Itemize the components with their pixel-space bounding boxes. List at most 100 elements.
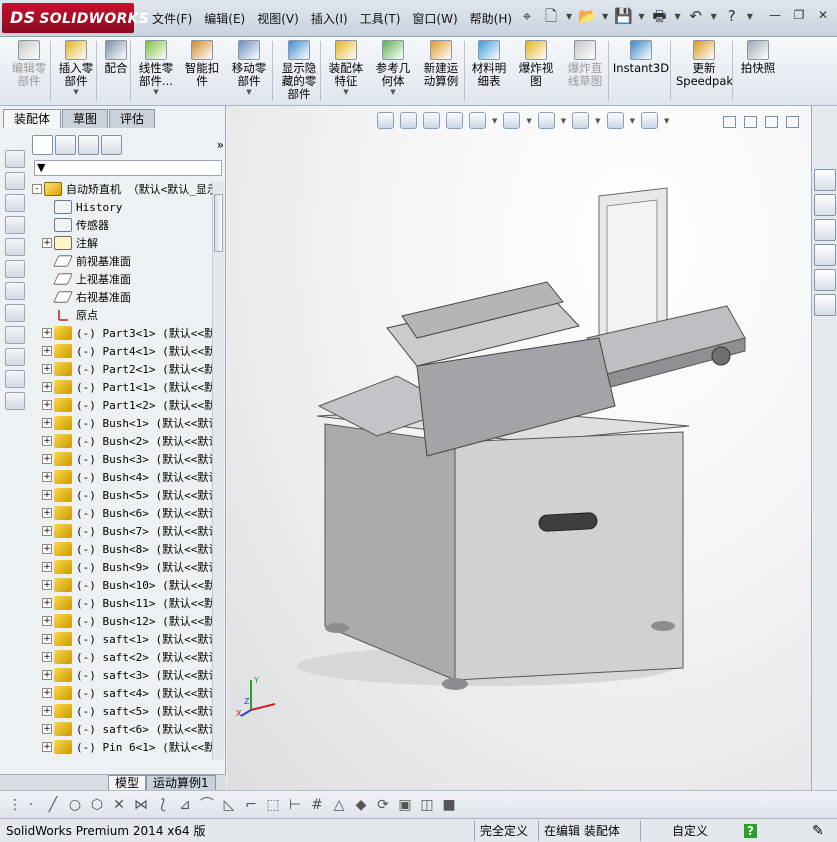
more-tabs-icon[interactable]: » xyxy=(217,138,224,152)
tree-item[interactable]: 前视基准面 xyxy=(32,252,212,270)
chevron-down-icon[interactable]: ▼ xyxy=(711,12,717,21)
chevron-down-icon[interactable]: ▼ xyxy=(566,12,572,21)
box-icon[interactable] xyxy=(5,216,25,234)
camera-icon[interactable]: ▣ xyxy=(396,796,414,814)
tree-item[interactable]: + (-) Part1<1> (默认<<默认 xyxy=(32,378,212,396)
command-button[interactable]: 拍快照 xyxy=(736,39,780,103)
tree-item[interactable]: + (-) Bush<2> (默认<<默认 xyxy=(32,432,212,450)
command-button[interactable]: 装配体 特征 ▼ xyxy=(324,39,368,103)
extend-icon[interactable]: ⋈ xyxy=(132,796,150,814)
expand-icon[interactable]: + xyxy=(42,616,52,626)
undo-icon[interactable]: ↶ xyxy=(687,6,705,26)
tree-item[interactable]: + (-) saft<4> (默认<<默认 xyxy=(32,684,212,702)
home-icon[interactable] xyxy=(814,169,836,191)
box-icon[interactable] xyxy=(5,260,25,278)
expand-icon[interactable]: + xyxy=(42,238,52,248)
pin-icon[interactable]: ⌖ xyxy=(518,6,536,26)
corner-icon[interactable]: ⌐ xyxy=(242,796,260,814)
command-tab[interactable]: 草图 xyxy=(62,109,109,128)
expand-icon[interactable]: + xyxy=(42,436,52,446)
chevron-down-icon[interactable]: ▼ xyxy=(324,88,368,96)
help-icon[interactable]: ? xyxy=(723,6,741,26)
chamfer-icon[interactable]: ◺ xyxy=(220,796,238,814)
trim-icon[interactable]: ✕ xyxy=(110,796,128,814)
expand-icon[interactable]: + xyxy=(42,580,52,590)
expand-icon[interactable]: + xyxy=(42,598,52,608)
offset-icon[interactable]: ⟅ xyxy=(154,796,172,814)
tree-item[interactable]: + (-) Bush<10> (默认<<默认 xyxy=(32,576,212,594)
cabinet-handle[interactable] xyxy=(538,512,598,532)
chevron-down-icon[interactable]: ▼ xyxy=(638,12,644,21)
chevron-down-icon[interactable]: ▼ xyxy=(747,12,753,21)
expand-icon[interactable]: + xyxy=(42,742,52,752)
relation-icon[interactable]: △ xyxy=(330,796,348,814)
mirror-icon[interactable]: ⊿ xyxy=(176,796,194,814)
command-button[interactable]: 插入零 部件 ▼ xyxy=(54,39,98,103)
tree-item[interactable]: + (-) Pin 6<1> (默认<<默认 xyxy=(32,738,212,756)
shaded-box-icon[interactable]: ■ xyxy=(440,796,458,814)
units-selector[interactable]: 自定义 xyxy=(668,822,712,840)
tree-item[interactable]: 传感器 xyxy=(32,216,212,234)
tree-item[interactable]: + (-) Bush<4> (默认<<默认 xyxy=(32,468,212,486)
display-manager-tab-icon[interactable] xyxy=(101,135,122,155)
expand-icon[interactable]: + xyxy=(42,472,52,482)
solidworks-logo[interactable]: DS SOLIDWORKS xyxy=(2,3,149,33)
feature-manager-tab-icon[interactable] xyxy=(32,135,53,155)
conveyor-roller[interactable] xyxy=(711,346,731,366)
grid-icon[interactable]: # xyxy=(308,796,326,814)
expand-icon[interactable]: + xyxy=(42,562,52,572)
tree-item[interactable]: + (-) saft<2> (默认<<默认 xyxy=(32,648,212,666)
expand-icon[interactable]: + xyxy=(42,490,52,500)
expand-icon[interactable]: + xyxy=(42,652,52,662)
hole-icon[interactable] xyxy=(5,348,25,366)
point-icon[interactable]: · xyxy=(22,796,40,814)
chevron-down-icon[interactable]: ▼ xyxy=(54,88,98,96)
close-icon[interactable]: ✕ xyxy=(815,8,831,22)
tree-item[interactable]: + (-) Bush<5> (默认<<默认 xyxy=(32,486,212,504)
polygon-icon[interactable]: ⬡ xyxy=(88,796,106,814)
tree-item[interactable]: + (-) saft<1> (默认<<默认 xyxy=(32,630,212,648)
command-button[interactable]: 配合 xyxy=(100,39,132,103)
menu-item[interactable]: 文件(F) xyxy=(146,8,198,29)
print-icon[interactable]: 🖶 xyxy=(650,6,668,26)
expand-icon[interactable]: + xyxy=(42,508,52,518)
tree-item[interactable]: - 自动矫直机 （默认<默认_显示 xyxy=(32,180,212,198)
blue-cube-icon[interactable]: ◆ xyxy=(352,796,370,814)
tree-item[interactable]: + (-) Bush<6> (默认<<默认 xyxy=(32,504,212,522)
tree-item[interactable]: + (-) saft<5> (默认<<默认 xyxy=(32,702,212,720)
dimension-icon[interactable] xyxy=(5,326,25,344)
design-library-icon[interactable] xyxy=(814,194,836,216)
command-button[interactable]: 更新 Speedpak xyxy=(676,39,733,103)
menu-item[interactable]: 视图(V) xyxy=(251,8,305,29)
command-button[interactable]: 智能扣 件 xyxy=(180,39,224,103)
save-icon[interactable]: 💾 xyxy=(614,6,633,26)
open-folder-icon[interactable]: 📂 xyxy=(578,6,597,26)
expand-icon[interactable]: + xyxy=(42,706,52,716)
tree-item[interactable]: + (-) saft<3> (默认<<默认 xyxy=(32,666,212,684)
box-icon[interactable] xyxy=(5,282,25,300)
bottom-tab[interactable]: 模型 xyxy=(108,775,147,791)
tree-item[interactable]: History xyxy=(32,198,212,216)
command-button[interactable]: Instant3D xyxy=(612,39,670,103)
command-button[interactable]: 移动零 部件 ▼ xyxy=(226,39,272,103)
command-button[interactable]: 线性零 部件... ▼ xyxy=(134,39,178,103)
tree-item[interactable]: 上视基准面 xyxy=(32,270,212,288)
command-tab[interactable]: 装配体 xyxy=(3,109,62,128)
command-button[interactable]: 新建运 动算例 xyxy=(418,39,464,103)
line-icon[interactable]: ╱ xyxy=(44,796,62,814)
box-icon[interactable] xyxy=(5,172,25,190)
property-manager-tab-icon[interactable] xyxy=(55,135,76,155)
new-document-icon[interactable]: 🗋 xyxy=(542,6,560,26)
command-tab[interactable]: 评估 xyxy=(109,109,156,128)
tree-item[interactable]: + (-) Part1<2> (默认<<默认 xyxy=(32,396,212,414)
chevron-down-icon[interactable]: ▼ xyxy=(226,88,272,96)
box-icon[interactable]: ◫ xyxy=(418,796,436,814)
expand-icon[interactable]: + xyxy=(42,400,52,410)
chevron-down-icon[interactable]: ▼ xyxy=(134,88,178,96)
chevron-down-icon[interactable]: ▼ xyxy=(602,12,608,21)
chevron-down-icon[interactable]: ▼ xyxy=(372,88,414,96)
menu-item[interactable]: 窗口(W) xyxy=(406,8,463,29)
minimize-icon[interactable]: — xyxy=(767,8,783,22)
menu-item[interactable]: 工具(T) xyxy=(354,8,407,29)
restore-icon[interactable]: ❐ xyxy=(791,8,807,22)
